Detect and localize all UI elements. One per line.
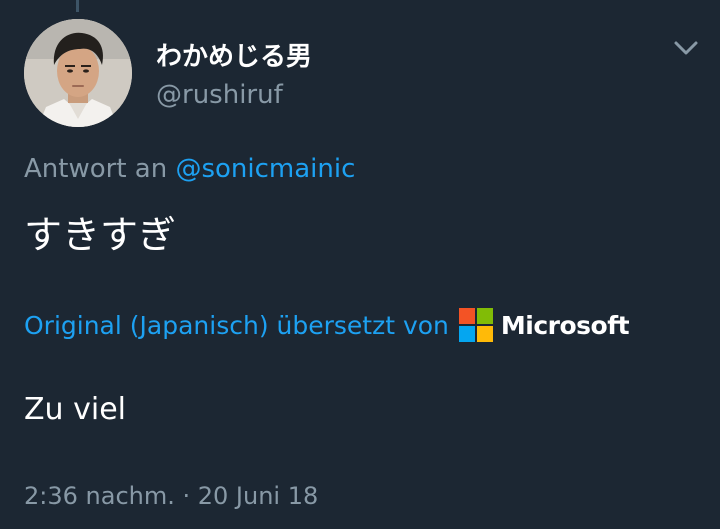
microsoft-logo-icon (458, 308, 493, 342)
reply-prefix: Antwort an (24, 154, 168, 184)
user-photo-icon (24, 19, 132, 127)
logo-square-blue (458, 326, 475, 342)
translation-credit-text: Original (Japanisch) übersetzt von (24, 310, 449, 340)
tweet-text: すきすぎ (24, 213, 177, 257)
display-name[interactable]: わかめじる男 (156, 36, 312, 73)
logo-square-red (458, 308, 475, 324)
translated-text: Zu viel (24, 392, 126, 427)
logo-square-green (476, 308, 493, 324)
translation-credit-link[interactable]: Original (Japanisch) übersetzt von Micro… (24, 308, 630, 342)
logo-square-yellow (476, 326, 493, 342)
tweet-menu-button[interactable] (672, 36, 700, 60)
chevron-down-icon (674, 41, 698, 55)
user-handle[interactable]: @rushiruf (156, 80, 283, 110)
tweet-timestamp[interactable]: 2:36 nachm. · 20 Juni 18 (24, 482, 318, 510)
reply-context: Antwort an @sonicmainic (24, 154, 355, 184)
translation-provider: Microsoft (500, 310, 630, 340)
avatar[interactable] (24, 19, 132, 127)
thread-connector-line (76, 0, 79, 12)
reply-mention-link[interactable]: @sonicmainic (175, 154, 355, 184)
